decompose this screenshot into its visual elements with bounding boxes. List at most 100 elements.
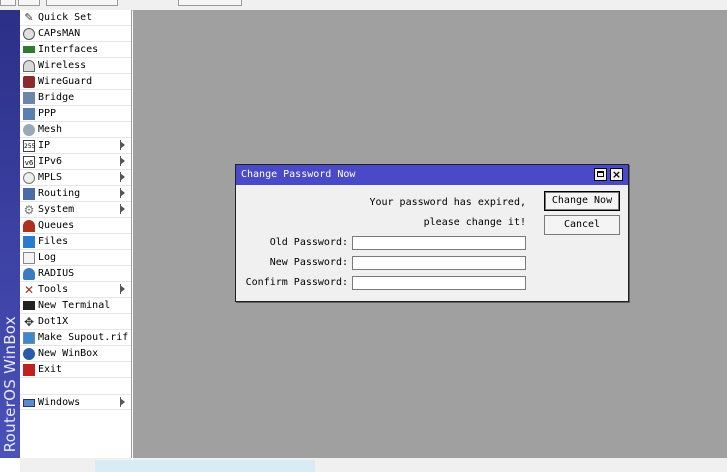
ppp-icon [23,108,35,120]
menu-item-label: Dot1X [38,316,69,327]
interfaces-icon [23,46,35,53]
confirm-password-field[interactable] [352,276,526,290]
menu-item-label: Queues [38,220,75,231]
menu-item-label: CAPsMAN [38,28,81,39]
menu-item-label: Files [38,236,69,247]
toolbar-field[interactable] [178,0,242,6]
submenu-arrow-icon [120,172,125,182]
submenu-arrow-icon [120,188,125,198]
ipv6-icon: v6 [23,156,35,168]
tools-icon: ✕ [23,283,35,297]
menu-item-ppp[interactable]: PPP [20,106,131,122]
menu-item-label: IPv6 [38,156,63,167]
submenu-arrow-icon [120,140,125,150]
wireless-icon [23,60,35,72]
menu-item-label: Bridge [38,92,75,103]
expired-message-line1: Your password has expired, [369,197,526,208]
menu-item-wireguard[interactable]: WireGuard [20,74,131,90]
menu-item-new-winbox[interactable]: New WinBox [20,346,131,362]
submenu-arrow-icon [120,204,125,214]
change-password-dialog: Change Password Now × Your password has … [235,164,629,302]
mesh-icon [23,124,35,136]
terminal-icon [23,301,35,310]
submenu-arrow-icon [120,397,125,407]
winbox-icon [23,348,35,360]
submenu-arrow-icon [120,284,125,294]
menu-item-new-terminal[interactable]: New Terminal [20,298,131,314]
menu-item-label: Make Supout.rif [38,332,129,343]
old-password-field[interactable] [352,236,526,250]
menu-item-label: Wireless [38,60,87,71]
menu-item-label: RADIUS [38,268,75,279]
menu-item-label: New WinBox [38,348,99,359]
confirm-password-label: Confirm Password: [245,277,348,288]
brand-strip: RouterOS WinBox [0,10,20,458]
redo-button[interactable] [18,0,40,6]
menu-item-label: New Terminal [38,300,111,311]
menu-item-quick-set[interactable]: ✎ Quick Set [20,10,131,26]
wireguard-icon [23,76,35,88]
windows-icon [23,399,35,407]
old-password-label: Old Password: [269,237,348,248]
cancel-button[interactable]: Cancel [544,215,620,235]
menu-item-mesh[interactable]: Mesh [20,122,131,138]
capsman-icon [23,28,35,40]
ip-icon: 255 [23,140,35,152]
status-bar-highlight [95,460,315,472]
menu-item-label: Exit [38,364,63,375]
folder-icon [23,236,35,248]
menu-item-label: Interfaces [38,44,99,55]
menu-item-label: Quick Set [38,12,93,23]
main-menu: ✎ Quick Set CAPsMAN Interfaces Wireless … [20,10,132,458]
menu-item-make-supout[interactable]: Make Supout.rif [20,330,131,346]
change-now-button[interactable]: Change Now [544,191,620,211]
menu-item-label: Log [38,252,57,263]
dot1x-icon: ✥ [23,315,35,329]
dialog-title: Change Password Now [241,169,356,180]
close-icon[interactable]: × [610,168,623,181]
menu-item-dot1x[interactable]: ✥ Dot1X [20,314,131,330]
expired-message-line2: please change it! [423,217,526,228]
users-icon [23,268,35,280]
menu-item-label: IP [38,140,51,151]
new-password-field[interactable] [352,256,526,270]
menu-item-system[interactable]: ⚙ System [20,202,131,218]
wand-icon: ✎ [24,11,34,24]
routing-icon [23,188,35,200]
menu-item-wireless[interactable]: Wireless [20,58,131,74]
menu-item-queues[interactable]: Queues [20,218,131,234]
gear-icon: ⚙ [23,203,35,217]
dialog-title-bar[interactable]: Change Password Now × [236,165,628,185]
undo-button[interactable] [0,0,16,6]
menu-item-label: PPP [38,108,57,119]
menu-item-bridge[interactable]: Bridge [20,90,131,106]
maximize-icon[interactable] [594,168,607,181]
safe-mode-button[interactable] [46,0,118,6]
menu-item-label: Routing [38,188,81,199]
menu-item-interfaces[interactable]: Interfaces [20,42,131,58]
menu-item-windows[interactable]: Windows [20,394,131,410]
menu-item-label: Tools [38,284,69,295]
menu-item-ip[interactable]: 255 IP [20,138,131,154]
menu-item-label: Windows [38,397,81,408]
new-password-label: New Password: [269,257,348,268]
menu-item-mpls[interactable]: MPLS [20,170,131,186]
menu-item-files[interactable]: Files [20,234,131,250]
menu-item-label: WireGuard [38,76,93,87]
log-icon [23,252,35,264]
menu-item-ipv6[interactable]: v6 IPv6 [20,154,131,170]
supout-icon [23,332,35,344]
menu-item-exit[interactable]: Exit [20,362,131,378]
menu-item-label: MPLS [38,172,63,183]
menu-item-routing[interactable]: Routing [20,186,131,202]
menu-item-tools[interactable]: ✕ Tools [20,282,131,298]
bridge-icon [23,92,35,104]
menu-item-log[interactable]: Log [20,250,131,266]
submenu-arrow-icon [120,156,125,166]
menu-item-capsman[interactable]: CAPsMAN [20,26,131,42]
menu-item-label: System [38,204,75,215]
menu-item-radius[interactable]: RADIUS [20,266,131,282]
exit-icon [23,364,35,376]
queues-icon [23,220,35,232]
status-bar [95,458,727,472]
